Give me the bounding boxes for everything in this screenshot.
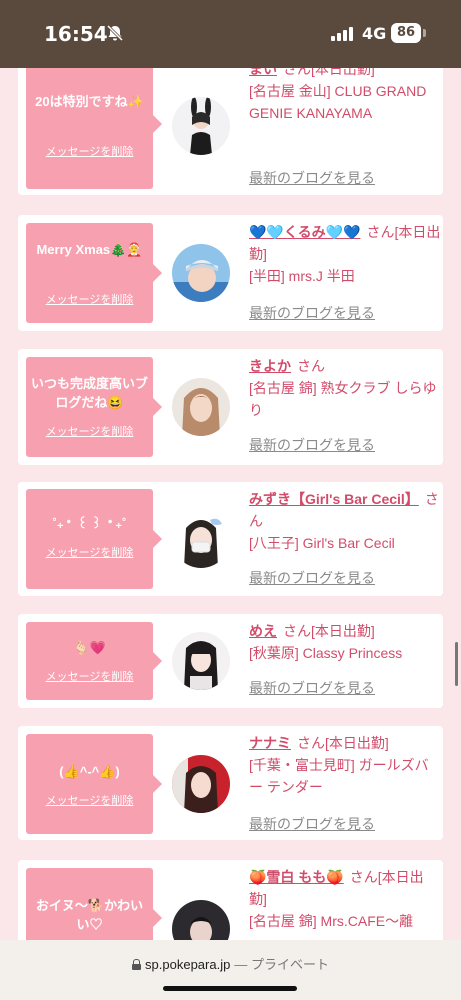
avatar[interactable] [172,378,230,436]
avatar[interactable] [172,755,230,813]
cast-info: みずき【Girl's Bar Cecil】 さん [八王子] Girl's Bar … [249,491,439,551]
delete-message-link[interactable]: メッセージを削除 [26,291,153,307]
message-text: おイヌ〜🐕かわいい♡ [35,898,144,932]
message-text: (👍^-^👍) [59,764,120,779]
url-host: sp.pokepara.jp [145,957,231,972]
latest-blog-link[interactable]: 最新のブログを見る [249,435,375,455]
message-text: 🫰🏻💗 [73,640,106,655]
message-bubble: いつも完成度高いブログだね😆 メッセージを削除 [26,357,162,457]
message-card: ˚₊‧ ꒰ ꒱ ‧₊˚ メッセージを削除 みずき【Girl's Bar Ceci… [18,482,443,596]
cast-info: 💙🩵くるみ🩵💙 さん[本日出勤] [半田] mrs.J 半田 [249,224,441,284]
message-card: おイヌ〜🐕かわいい♡ 🍑雪白 もも🍑 さん[本日出勤] [名古屋 錦] Mrs.C… [18,860,443,940]
lock-icon [132,959,142,970]
delete-message-link[interactable]: メッセージを削除 [26,668,153,684]
latest-blog-link[interactable]: 最新のブログを見る [249,814,375,834]
message-text: 20は特別ですね✨ [35,94,144,109]
cast-name-link[interactable]: まい [249,68,277,77]
avatar[interactable] [172,632,230,690]
cast-info: めえ さん[本日出勤] [秋葉原] Classy Princess [249,623,403,661]
cast-info: きよか さん [名古屋 錦] 熟女クラブ しらゆり [249,358,437,418]
url-line[interactable]: sp.pokepara.jp — プライベート [0,954,461,973]
avatar[interactable] [172,510,230,568]
cast-info: まい さん[本日出勤] [名古屋 金山] CLUB GRAND GENIE KAN… [249,68,441,124]
message-list[interactable]: 20は特別ですね✨ メッセージを削除 まい さん[本日出勤] [名古屋 金山] C… [0,68,461,940]
latest-blog-link[interactable]: 最新のブログを見る [249,568,375,588]
message-text: ˚₊‧ ꒰ ꒱ ‧₊˚ [52,516,127,531]
delete-message-link[interactable]: メッセージを削除 [26,143,153,159]
latest-blog-link[interactable]: 最新のブログを見る [249,678,375,698]
message-bubble: Merry Xmas🎄🤶 メッセージを削除 [26,223,162,323]
browser-address-bar[interactable]: sp.pokepara.jp — プライベート [0,940,461,1000]
cast-name-link[interactable]: 💙🩵くるみ🩵💙 [249,224,360,240]
cast-name-link[interactable]: めえ [249,623,277,639]
cast-name-link[interactable]: みずき【Girl's Bar Cecil】 [249,491,419,507]
message-bubble: (👍^-^👍) メッセージを削除 [26,734,162,834]
cast-info: 🍑雪白 もも🍑 さん[本日出勤] [名古屋 錦] Mrs.CAFE〜離 [249,869,424,929]
message-card: Merry Xmas🎄🤶 メッセージを削除 💙🩵くるみ🩵💙 さん[本日出勤] [半… [18,215,443,331]
message-bubble: おイヌ〜🐕かわいい♡ [26,868,162,940]
home-indicator[interactable] [163,986,297,991]
latest-blog-link[interactable]: 最新のブログを見る [249,168,375,188]
network-type: 4G [362,24,387,43]
signal-icon [331,27,355,41]
delete-message-link[interactable]: メッセージを削除 [26,544,153,560]
message-text: Merry Xmas🎄🤶 [36,242,143,257]
latest-blog-link[interactable]: 最新のブログを見る [249,303,375,323]
message-text: いつも完成度高いブログだね😆 [30,376,148,410]
cast-name-link[interactable]: きよか [249,358,291,374]
avatar[interactable] [172,900,230,940]
message-bubble: 🫰🏻💗 メッセージを削除 [26,622,162,700]
scrollbar[interactable] [455,642,458,686]
message-card: (👍^-^👍) メッセージを削除 ナナミ さん[本日出勤] [千葉・富士見町] ガ… [18,726,443,840]
status-time: 16:54 [44,22,108,46]
bell-off-icon [106,24,124,42]
message-card: 20は特別ですね✨ メッセージを削除 まい さん[本日出勤] [名古屋 金山] C… [18,68,443,195]
cast-name-link[interactable]: 🍑雪白 もも🍑 [249,869,344,885]
cast-detail: [名古屋 錦] 熟女クラブ しらゆり [249,380,437,418]
message-card: いつも完成度高いブログだね😆 メッセージを削除 きよか さん [名古屋 錦] 熟女ク… [18,349,443,465]
message-bubble: 20は特別ですね✨ メッセージを削除 [26,68,162,189]
status-bar: 16:54 4G 86 [0,0,461,68]
message-card: 🫰🏻💗 メッセージを削除 めえ さん[本日出勤] [秋葉原] Classy Pri… [18,614,443,708]
avatar[interactable] [172,97,230,155]
private-label: — プライベート [234,957,329,972]
avatar[interactable] [172,244,230,302]
message-bubble: ˚₊‧ ꒰ ꒱ ‧₊˚ メッセージを削除 [26,489,162,589]
cast-info: ナナミ さん[本日出勤] [千葉・富士見町] ガールズバー テンダー [249,735,429,795]
delete-message-link[interactable]: メッセージを削除 [26,792,153,808]
cast-name-link[interactable]: ナナミ [249,735,291,751]
delete-message-link[interactable]: メッセージを削除 [26,423,153,439]
battery-icon: 86 [391,23,421,43]
cast-detail: [八王子] Girl's Bar Cecil [249,535,395,551]
